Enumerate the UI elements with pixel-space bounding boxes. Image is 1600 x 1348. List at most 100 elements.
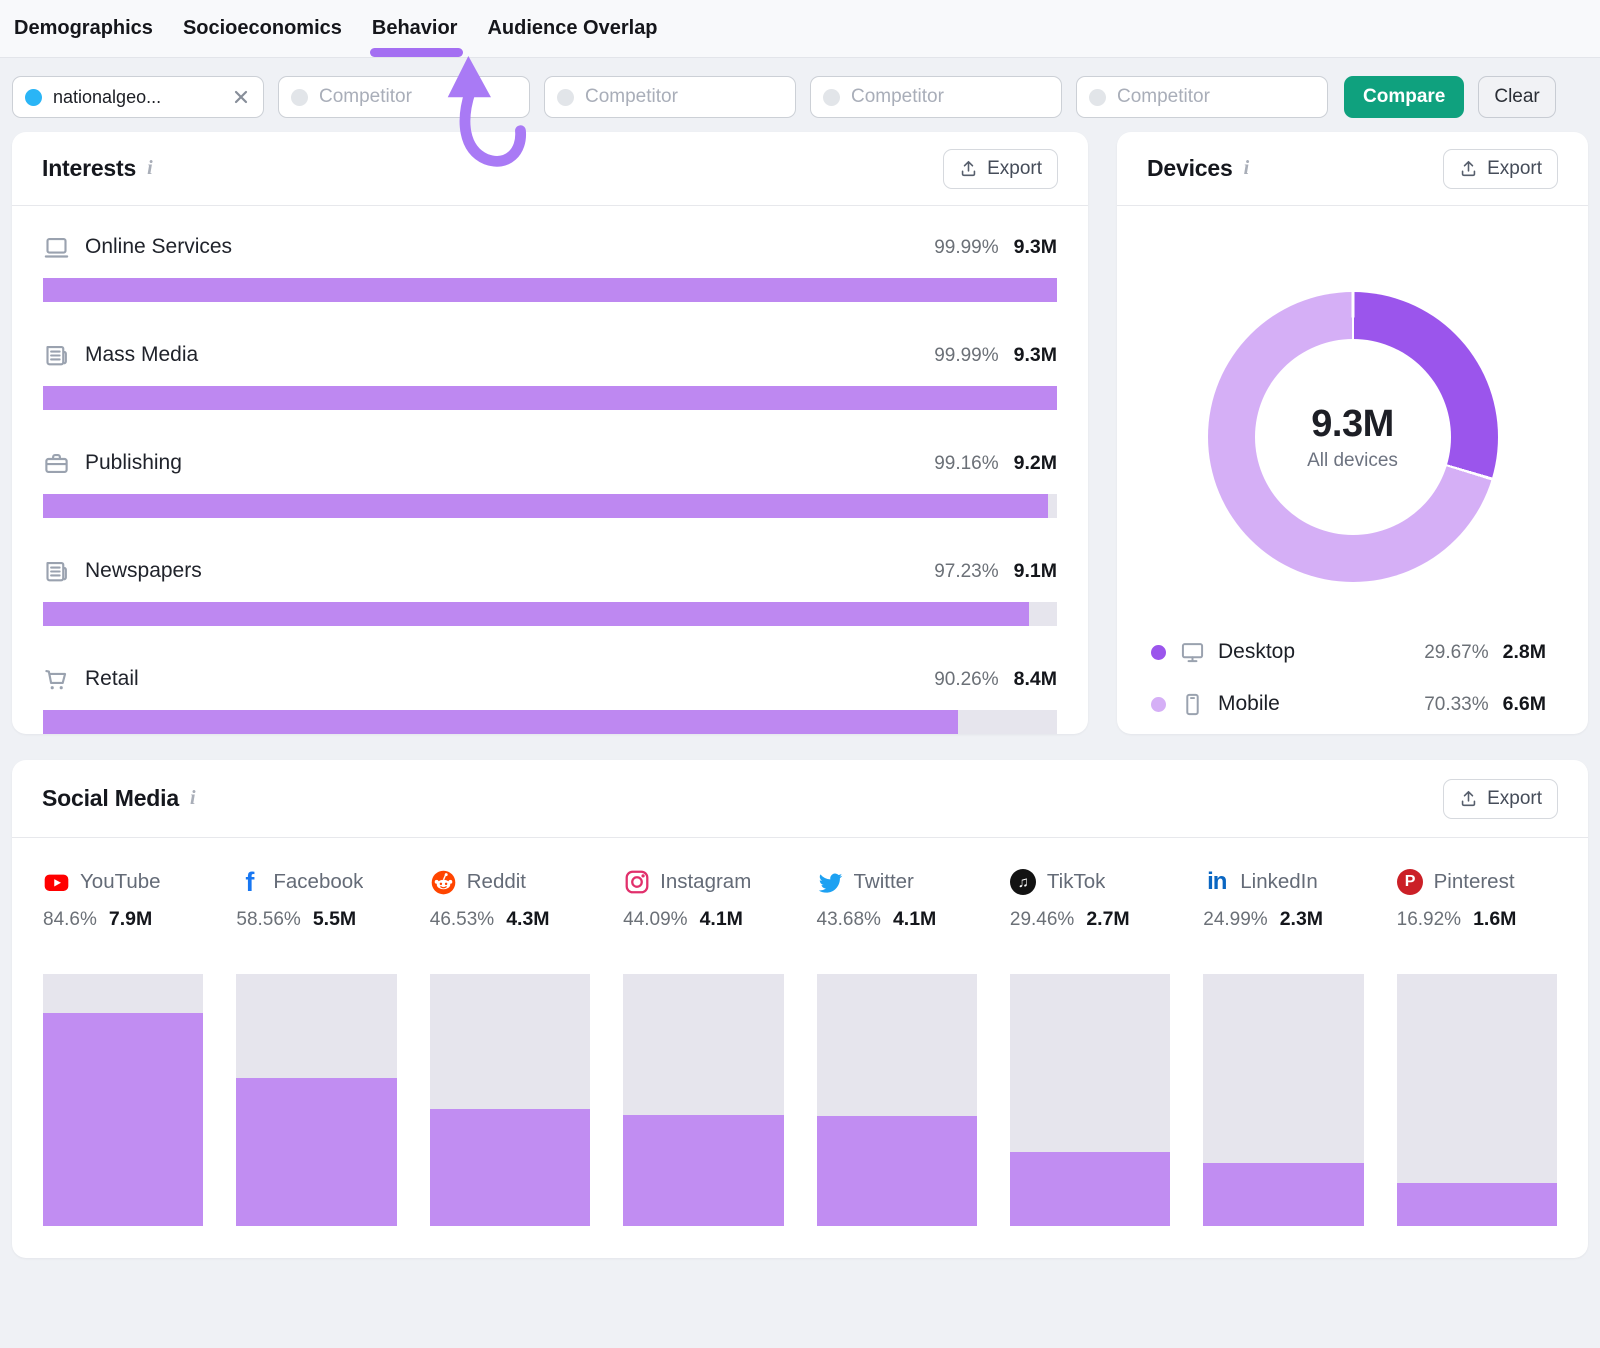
platform-name: Instagram bbox=[660, 870, 751, 894]
social-column-twitter: Twitter 43.68%4.1M bbox=[817, 868, 977, 1226]
interest-label: Newspapers bbox=[85, 559, 202, 583]
interest-value: 8.4M bbox=[1014, 668, 1057, 691]
platform-name: LinkedIn bbox=[1240, 870, 1318, 894]
competitor-field[interactable] bbox=[585, 86, 783, 108]
devices-header: Devices i Export bbox=[1117, 132, 1588, 206]
competitor-field[interactable] bbox=[851, 86, 1049, 108]
platform-name: YouTube bbox=[80, 870, 161, 894]
interest-bar-fill bbox=[43, 386, 1057, 410]
legend-percent: 70.33% bbox=[1424, 694, 1488, 716]
tiktok-icon: ♫ bbox=[1010, 869, 1037, 896]
report-tab-bar: Demographics Socioeconomics Behavior Aud… bbox=[0, 0, 1600, 58]
domain-color-dot bbox=[25, 89, 42, 106]
close-icon[interactable] bbox=[231, 87, 251, 107]
platform-bar-fill bbox=[1203, 1163, 1363, 1226]
legend-value: 6.6M bbox=[1503, 693, 1546, 716]
platform-percent: 44.09% bbox=[623, 909, 687, 931]
cart-icon bbox=[43, 666, 70, 693]
behavior-report-page: Demographics Socioeconomics Behavior Aud… bbox=[0, 0, 1600, 1348]
tab-behavior[interactable]: Behavior bbox=[372, 17, 458, 40]
social-column-instagram: Instagram 44.09% 4.1M bbox=[623, 868, 783, 1226]
legend-row-mobile: Mobile 70.33%6.6M bbox=[1151, 678, 1546, 730]
export-label: Export bbox=[987, 158, 1042, 180]
competitor-input-4[interactable] bbox=[1076, 76, 1328, 118]
interest-percent: 99.99% bbox=[934, 237, 998, 259]
interest-percent: 99.16% bbox=[934, 453, 998, 475]
interests-title: Interests bbox=[42, 155, 136, 182]
social-column-youtube: YouTube 84.6%7.9M bbox=[43, 868, 203, 1226]
platform-value: 5.5M bbox=[313, 908, 356, 931]
domain-chip-label: nationalgeo... bbox=[53, 87, 220, 108]
upload-icon bbox=[1459, 159, 1478, 178]
interest-row: Retail 90.26%8.4M bbox=[43, 664, 1057, 734]
selected-domain-chip[interactable]: nationalgeo... bbox=[12, 76, 264, 118]
devices-export-button[interactable]: Export bbox=[1443, 149, 1558, 189]
interests-card: Interests i Export Online Services 99.99… bbox=[12, 132, 1088, 734]
interest-value: 9.3M bbox=[1014, 344, 1057, 367]
tab-socioeconomics[interactable]: Socioeconomics bbox=[183, 17, 342, 40]
devices-card: Devices i Export 9.3M All devices bbox=[1117, 132, 1588, 734]
legend-row-desktop: Desktop 29.67%2.8M bbox=[1151, 626, 1546, 678]
platform-bar-fill bbox=[236, 1078, 396, 1226]
info-icon[interactable]: i bbox=[1244, 157, 1250, 180]
compare-button[interactable]: Compare bbox=[1344, 76, 1464, 118]
platform-name: Pinterest bbox=[1434, 870, 1515, 894]
interests-export-button[interactable]: Export bbox=[943, 149, 1058, 189]
platform-bar-track bbox=[1010, 974, 1170, 1226]
competitor-input-2[interactable] bbox=[544, 76, 796, 118]
interest-value: 9.2M bbox=[1014, 452, 1057, 475]
facebook-icon: f bbox=[236, 869, 263, 896]
platform-bar-track bbox=[817, 974, 977, 1226]
devices-total-caption: All devices bbox=[1307, 450, 1398, 472]
tab-demographics[interactable]: Demographics bbox=[14, 17, 153, 40]
platform-bar-fill bbox=[817, 1116, 977, 1226]
competitor-color-dot bbox=[557, 89, 574, 106]
devices-donut-center: 9.3M All devices bbox=[1255, 339, 1451, 535]
clear-button[interactable]: Clear bbox=[1478, 76, 1555, 118]
platform-bar-track bbox=[43, 974, 203, 1226]
upload-icon bbox=[959, 159, 978, 178]
interest-row: Mass Media 99.99%9.3M bbox=[43, 340, 1057, 410]
platform-value: 4.3M bbox=[506, 908, 549, 931]
platform-name: Reddit bbox=[467, 870, 526, 894]
platform-percent: 29.46% bbox=[1010, 909, 1074, 931]
competitor-field[interactable] bbox=[319, 86, 517, 108]
newspaper-icon bbox=[43, 342, 70, 369]
platform-value: 4.1M bbox=[700, 908, 743, 931]
social-export-button[interactable]: Export bbox=[1443, 779, 1558, 819]
interest-bar-fill bbox=[43, 494, 1048, 518]
interests-list: Online Services 99.99%9.3M Mass Media 99… bbox=[12, 232, 1088, 734]
competitor-input-1[interactable] bbox=[278, 76, 530, 118]
upload-icon bbox=[1459, 789, 1478, 808]
desktop-color-dot bbox=[1151, 645, 1166, 660]
platform-bar-track bbox=[236, 974, 396, 1226]
mobile-color-dot bbox=[1151, 697, 1166, 712]
platform-percent: 46.53% bbox=[430, 909, 494, 931]
interest-label: Publishing bbox=[85, 451, 182, 475]
platform-bar-fill bbox=[43, 1013, 203, 1226]
interest-bar-track bbox=[43, 602, 1057, 626]
platform-value: 2.7M bbox=[1086, 908, 1129, 931]
competitor-color-dot bbox=[823, 89, 840, 106]
devices-donut: 9.3M All devices bbox=[1208, 292, 1498, 582]
reddit-icon bbox=[430, 869, 457, 896]
legend-value: 2.8M bbox=[1503, 641, 1546, 664]
social-media-header: Social Media i Export bbox=[12, 760, 1588, 838]
interests-header: Interests i Export bbox=[12, 132, 1088, 206]
legend-label: Desktop bbox=[1218, 640, 1295, 664]
social-media-card: Social Media i Export YouTube 84.6%7.9M bbox=[12, 760, 1588, 1258]
platform-bar-fill bbox=[1010, 1152, 1170, 1226]
platform-bar-track bbox=[1203, 974, 1363, 1226]
interest-bar-fill bbox=[43, 278, 1057, 302]
interest-percent: 97.23% bbox=[934, 561, 998, 583]
competitor-field[interactable] bbox=[1117, 86, 1315, 108]
info-icon[interactable]: i bbox=[190, 787, 196, 810]
platform-bar-fill bbox=[623, 1115, 783, 1226]
interest-percent: 90.26% bbox=[934, 669, 998, 691]
tab-audience-overlap[interactable]: Audience Overlap bbox=[487, 17, 657, 40]
pinterest-icon: P bbox=[1397, 869, 1424, 896]
report-cards-row: Interests i Export Online Services 99.99… bbox=[0, 132, 1600, 734]
info-icon[interactable]: i bbox=[147, 157, 153, 180]
social-media-title: Social Media bbox=[42, 785, 179, 812]
competitor-input-3[interactable] bbox=[810, 76, 1062, 118]
